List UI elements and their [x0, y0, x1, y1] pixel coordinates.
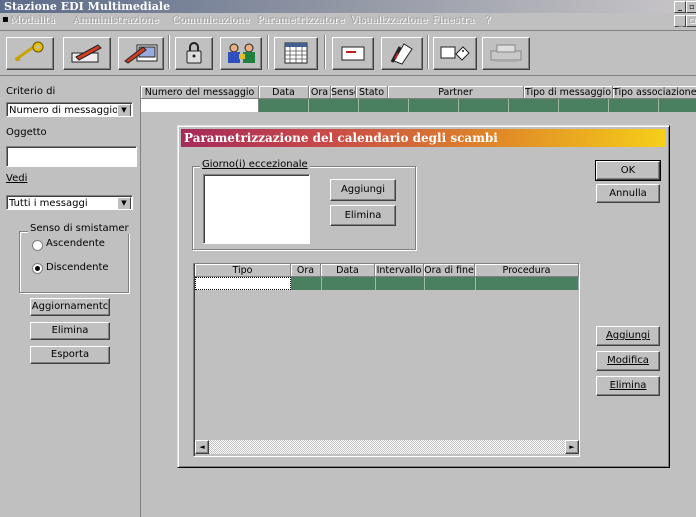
ascendente-radio[interactable] [32, 240, 43, 251]
discendente-radio[interactable] [32, 263, 43, 274]
toolbar-divider [0, 75, 696, 76]
new-message-icon[interactable] [63, 37, 111, 70]
col-ora-di-fine[interactable]: Ora di fine [424, 264, 475, 277]
table-row[interactable] [259, 99, 696, 112]
chevron-down-icon[interactable]: ▼ [117, 197, 131, 209]
col-ora[interactable]: Ora [291, 264, 321, 277]
horizontal-scrollbar[interactable]: ◄ ► [195, 440, 579, 454]
col-tipo-associazione[interactable]: Tipo associazione [613, 86, 696, 99]
menu-help[interactable]: ? [485, 15, 490, 26]
esporta-button[interactable]: Esporta [30, 346, 110, 364]
col-procedura[interactable]: Procedura [475, 264, 579, 277]
restore-button[interactable]: ▫ [686, 1, 696, 13]
oggetto-input[interactable] [6, 146, 137, 167]
minimize-button[interactable]: _ [674, 1, 686, 13]
toolbar-separator [427, 35, 429, 69]
mdi-restore-button[interactable]: ▫ [686, 15, 696, 27]
menu-finestra[interactable]: Finestra [432, 15, 474, 26]
col-tipo-messaggio[interactable]: Tipo di messaggio [524, 86, 613, 99]
giorni-list[interactable] [203, 174, 310, 244]
col-partner[interactable]: Partner [388, 86, 524, 99]
schedule-grid[interactable]: Tipo Ora Data Intervallo Ora di fine Pro… [193, 263, 580, 457]
menu-parametrizzatore[interactable]: Parametrizzatore [257, 15, 345, 26]
giorni-label: Giorno(i) eccezionale [200, 159, 310, 170]
document-signature-icon[interactable] [381, 37, 423, 70]
window-title: Stazione EDI Multimediale [4, 0, 171, 13]
calendar-dialog: Parametrizzazione del calendario degli s… [177, 125, 670, 468]
table-row[interactable] [291, 277, 579, 290]
oggetto-label: Oggetto [6, 127, 47, 138]
aggiungi-button[interactable]: Aggiungi [596, 326, 660, 346]
col-numero[interactable]: Numero del messaggio [141, 86, 259, 99]
col-senso[interactable]: Sensc [331, 86, 356, 99]
toolbar-separator [168, 35, 170, 69]
users-icon[interactable] [220, 37, 262, 70]
col-stato[interactable]: Stato [356, 86, 388, 99]
menu-visualizzazione[interactable]: Visualizzazione [350, 15, 428, 26]
grid-cell-selected[interactable] [195, 277, 291, 290]
giorni-elimina-button[interactable]: Elimina [330, 205, 396, 226]
edit-message-icon[interactable] [118, 37, 164, 70]
vedi-value: Tutti i messaggi [9, 198, 88, 209]
menu-amministrazione[interactable]: Amministrazione [73, 15, 159, 26]
col-data[interactable]: Data [259, 86, 309, 99]
scroll-right-icon[interactable]: ► [565, 440, 579, 454]
tag-message-icon[interactable] [433, 37, 477, 70]
app-menu-icon[interactable]: ▪ [2, 14, 9, 25]
criterio-select[interactable]: Numero di messaggio ▼ [6, 102, 133, 117]
menu-modalita[interactable]: Modalità [10, 15, 55, 26]
dialog-title: Parametrizzazione del calendario degli s… [181, 129, 666, 147]
toolbar-separator [267, 35, 269, 69]
col-intervallo[interactable]: Intervallo [375, 264, 424, 277]
modifica-button[interactable]: Modifica [596, 351, 660, 371]
elimina-button[interactable]: Elimina [30, 322, 110, 340]
aggiornamento-button[interactable]: Aggiornamentc [30, 298, 110, 316]
toolbar-separator [324, 35, 326, 69]
mdi-minimize-button[interactable]: _ [674, 15, 686, 27]
col-data[interactable]: Data [321, 264, 375, 277]
ascendente-label: Ascendente [46, 238, 105, 249]
calendar-icon[interactable] [274, 37, 318, 70]
chevron-down-icon[interactable]: ▼ [117, 104, 131, 116]
giorni-aggiungi-button[interactable]: Aggiungi [330, 179, 396, 201]
envelope-icon[interactable] [332, 37, 374, 70]
criterio-value: Numero di messaggio [9, 105, 119, 116]
toolbar [0, 31, 696, 75]
grid-cell-selected[interactable] [141, 99, 259, 112]
title-bar: Stazione EDI Multimediale _ ▫ [0, 0, 696, 13]
vedi-select[interactable]: Tutti i messaggi ▼ [6, 195, 133, 210]
criterio-label: Criterio di [6, 86, 56, 97]
discendente-label: Discendente [46, 262, 109, 273]
col-ora[interactable]: Ora [309, 86, 331, 99]
col-tipo[interactable]: Tipo [195, 264, 291, 277]
vedi-label: Vedi [6, 173, 28, 184]
key-icon[interactable] [6, 37, 54, 70]
scroll-left-icon[interactable]: ◄ [195, 440, 209, 454]
elimina-dialog-button[interactable]: Elimina [596, 376, 660, 396]
ok-button[interactable]: OK [595, 160, 661, 181]
printer-icon[interactable] [482, 37, 530, 70]
annulla-button[interactable]: Annulla [596, 184, 660, 203]
lock-icon[interactable] [175, 37, 213, 70]
menu-bar: ▪ Modalità Amministrazione Comunicazione… [0, 13, 696, 31]
senso-label: Senso di smistamer [28, 223, 131, 234]
menu-comunicazione[interactable]: Comunicazione [172, 15, 250, 26]
